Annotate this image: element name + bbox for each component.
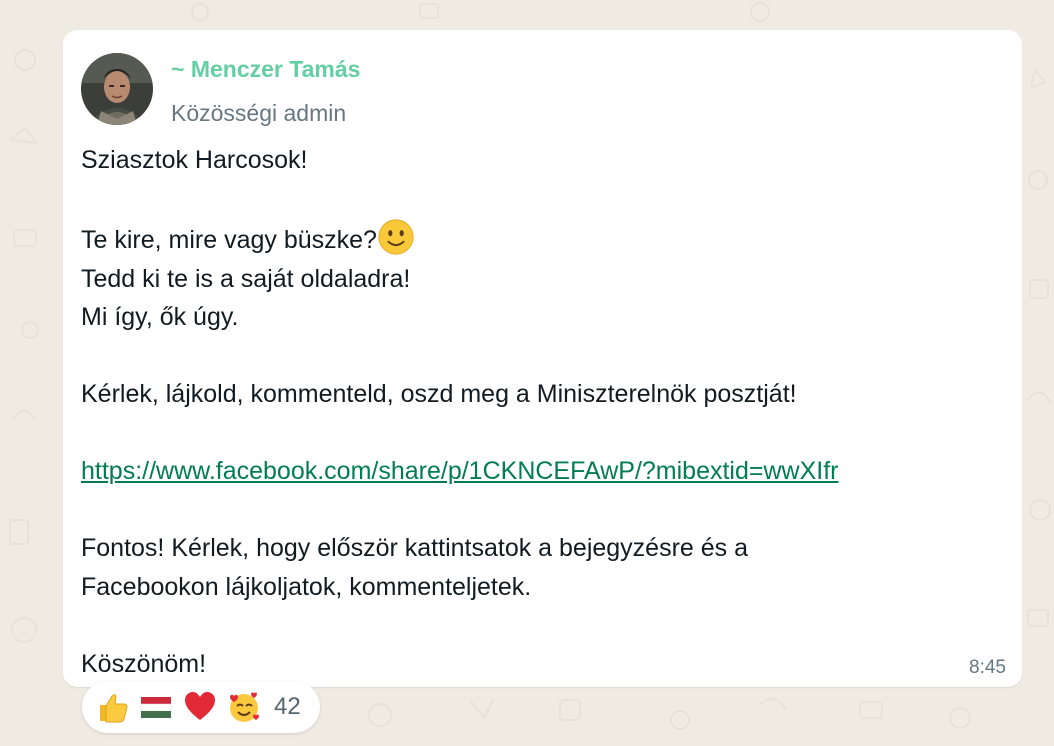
reaction-count: 42 — [274, 693, 301, 720]
message-bubble[interactable]: ~ Menczer Tamás Közösségi admin Sziaszto… — [63, 30, 1022, 687]
sender-role: Közösségi admin — [171, 100, 347, 126]
important-line-1: Fontos! Kérlek, hogy először kattintsato… — [81, 534, 749, 562]
thanks-line: Köszönöm! — [81, 649, 207, 678]
thumbs-up-icon — [100, 694, 128, 723]
facebook-link[interactable]: https://www.facebook.com/share/p/1CKNCEF… — [81, 457, 838, 485]
smiling-face-with-hearts-icon — [230, 692, 259, 722]
question-line: Te kire, mire vagy büszke? — [81, 218, 1001, 260]
slightly-smiling-face-icon — [378, 219, 414, 255]
share-line: Tedd ki te is a saját oldaladra! — [81, 264, 411, 293]
message-text: Sziasztok Harcosok! Te kire, mire vagy b… — [81, 141, 1001, 683]
mi-line: Mi így, ők úgy. — [81, 303, 239, 331]
sender-name[interactable]: ~ Menczer Tamás — [171, 56, 383, 83]
request-line: Kérlek, lájkold, kommenteld, oszd meg a … — [81, 380, 797, 408]
reactions-bar[interactable]: 42 — [82, 681, 320, 733]
greeting-line: Sziasztok Harcosok! — [81, 146, 308, 174]
hungary-flag-icon — [140, 697, 172, 718]
important-line-2: Facebookon lájkoljatok, kommenteljetek. — [81, 572, 532, 601]
message-time: 8:45 — [969, 657, 1006, 678]
avatar[interactable] — [81, 53, 153, 125]
red-heart-icon — [185, 692, 215, 720]
sender-name-fade — [361, 54, 385, 84]
question-text: Te kire, mire vagy büszke? — [81, 226, 377, 254]
